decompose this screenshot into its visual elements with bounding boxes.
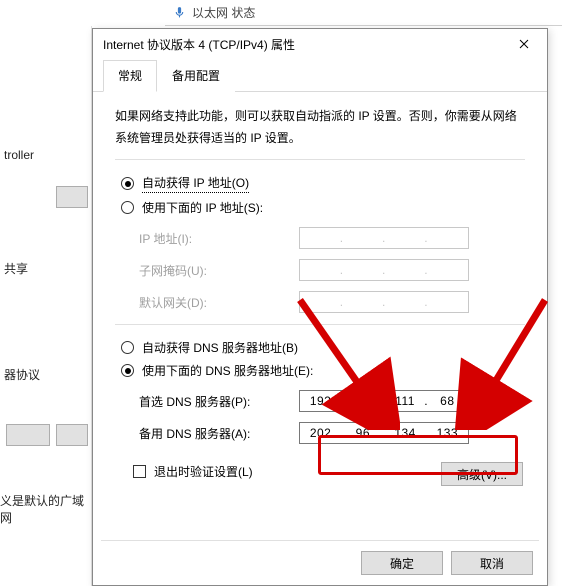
radio-dns-auto[interactable] (121, 341, 134, 354)
ip-group: 自动获得 IP 地址(O) 使用下面的 IP 地址(S): IP 地址(I): … (115, 159, 525, 318)
close-button[interactable] (507, 32, 541, 56)
dns-pref-a: 192 (307, 394, 335, 408)
dialog-titlebar: Internet 协议版本 4 (TCP/IPv4) 属性 (93, 29, 547, 59)
dns-group: 自动获得 DNS 服务器地址(B) 使用下面的 DNS 服务器地址(E): 首选… (115, 324, 525, 449)
bg-button-fragment-3 (56, 424, 88, 446)
bg-text-controller: troller (4, 148, 34, 162)
gateway-row: 默认网关(D): ... (139, 286, 525, 318)
radio-ip-manual-row[interactable]: 使用下面的 IP 地址(S): (121, 199, 525, 216)
advanced-button[interactable]: 高级(V)... (441, 462, 523, 486)
radio-ip-auto-label: 自动获得 IP 地址(O) (142, 174, 249, 193)
bg-button-fragment (56, 186, 88, 208)
radio-dns-manual[interactable] (121, 364, 134, 377)
tab-strip: 常规 备用配置 (93, 59, 547, 92)
ipv4-properties-dialog: Internet 协议版本 4 (TCP/IPv4) 属性 常规 备用配置 如果… (92, 28, 548, 586)
radio-dns-auto-row[interactable]: 自动获得 DNS 服务器地址(B) (121, 339, 525, 356)
subnet-mask-label: 子网掩码(U): (139, 262, 299, 279)
radio-dns-auto-label: 自动获得 DNS 服务器地址(B) (142, 339, 298, 356)
dns-alternate-row: 备用 DNS 服务器(A): 202. 96. 134. 133 (139, 417, 525, 449)
dns-alternate-label: 备用 DNS 服务器(A): (139, 425, 299, 442)
bg-button-fragment-2 (6, 424, 50, 446)
dns-preferred-label: 首选 DNS 服务器(P): (139, 393, 299, 410)
background-left-strip: troller 共享 器协议 义是默认的广域网 (0, 26, 92, 586)
ok-button[interactable]: 确定 (361, 551, 443, 575)
mic-icon (173, 6, 186, 19)
radio-dns-manual-label: 使用下面的 DNS 服务器地址(E): (142, 362, 313, 379)
gateway-label: 默认网关(D): (139, 294, 299, 311)
dns-alt-c: 134 (391, 426, 419, 440)
ip-address-input: ... (299, 227, 469, 249)
bg-text-protocol: 器协议 (4, 366, 40, 383)
close-icon (519, 39, 529, 49)
dns-pref-c: 111 (391, 394, 419, 408)
dns-alt-d: 133 (433, 426, 461, 440)
description-text: 如果网络支持此功能，则可以获取自动指派的 IP 设置。否则，你需要从网络系统管理… (115, 106, 525, 149)
dns-alt-b: 96 (349, 426, 377, 440)
tab-alternate[interactable]: 备用配置 (157, 60, 235, 92)
dns-preferred-row: 首选 DNS 服务器(P): 192. 168. 111. 68 (139, 385, 525, 417)
radio-ip-manual[interactable] (121, 201, 134, 214)
radio-dns-manual-row[interactable]: 使用下面的 DNS 服务器地址(E): (121, 362, 525, 379)
dns-fields: 首选 DNS 服务器(P): 192. 168. 111. 68 备用 DNS … (139, 385, 525, 449)
tab-alternate-label: 备用配置 (172, 69, 220, 83)
background-title: 以太网 状态 (192, 4, 255, 21)
subnet-mask-row: 子网掩码(U): ... (139, 254, 525, 286)
dialog-buttons: 确定 取消 (361, 551, 533, 575)
cancel-button-label: 取消 (480, 555, 504, 572)
validate-label: 退出时验证设置(L) (154, 463, 253, 480)
dns-preferred-input[interactable]: 192. 168. 111. 68 (299, 390, 469, 412)
validate-checkbox[interactable] (133, 465, 146, 478)
radio-ip-auto[interactable] (121, 177, 134, 190)
ok-button-label: 确定 (390, 555, 414, 572)
dns-pref-d: 68 (433, 394, 461, 408)
bg-text-share: 共享 (4, 260, 28, 277)
dns-pref-b: 168 (349, 394, 377, 408)
tab-general[interactable]: 常规 (103, 60, 157, 92)
dialog-title: Internet 协议版本 4 (TCP/IPv4) 属性 (103, 36, 295, 53)
ip-address-label: IP 地址(I): (139, 230, 299, 247)
ip-fields: IP 地址(I): ... 子网掩码(U): ... 默认网关(D): ... (139, 222, 525, 318)
radio-ip-manual-label: 使用下面的 IP 地址(S): (142, 199, 263, 216)
bg-text-wan: 义是默认的广域网 (0, 492, 91, 526)
advanced-button-label: 高级(V)... (457, 466, 507, 483)
cancel-button[interactable]: 取消 (451, 551, 533, 575)
bottom-separator (101, 540, 539, 541)
background-titlebar: 以太网 状态 (165, 0, 562, 26)
gateway-input: ... (299, 291, 469, 313)
radio-ip-auto-row[interactable]: 自动获得 IP 地址(O) (121, 174, 525, 193)
dns-alternate-input[interactable]: 202. 96. 134. 133 (299, 422, 469, 444)
ip-address-row: IP 地址(I): ... (139, 222, 525, 254)
dialog-content: 如果网络支持此功能，则可以获取自动指派的 IP 设置。否则，你需要从网络系统管理… (93, 92, 547, 496)
subnet-mask-input: ... (299, 259, 469, 281)
tab-general-label: 常规 (118, 69, 142, 83)
dns-alt-a: 202 (307, 426, 335, 440)
